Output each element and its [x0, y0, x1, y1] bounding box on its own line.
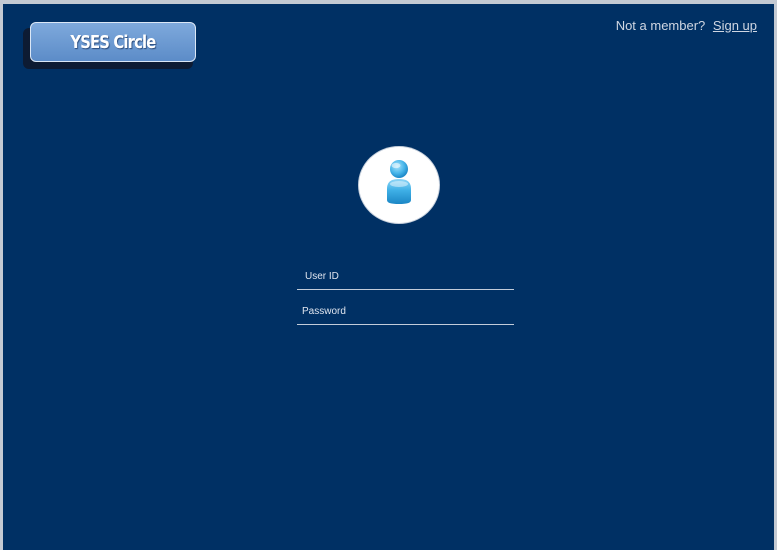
avatar: [359, 147, 439, 223]
login-page: YSES Circle Not a member? Sign up: [3, 4, 774, 550]
logo-text: YSES Circle: [70, 31, 156, 53]
app-window: YSES Circle Not a member? Sign up: [0, 0, 777, 550]
signup-prompt: Not a member? Sign up: [616, 18, 757, 33]
member-prompt-text: Not a member?: [615, 18, 706, 33]
user-avatar-icon: [387, 160, 411, 204]
signup-link[interactable]: Sign up: [713, 18, 757, 33]
userid-field: [297, 263, 514, 290]
userid-input[interactable]: [297, 263, 514, 289]
logo-badge: YSES Circle: [30, 22, 196, 62]
password-field: [297, 298, 514, 325]
password-input[interactable]: [297, 298, 514, 324]
